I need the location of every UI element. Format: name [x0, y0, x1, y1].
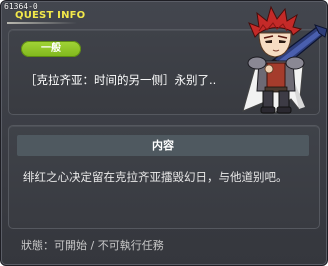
quest-category-badge: 一般: [21, 41, 81, 57]
quest-status: 狀態：可開始 / 不可執行任務: [21, 239, 164, 252]
title-underline: [7, 22, 77, 24]
quest-content-panel: 内容 绯红之心决定留在克拉齐亚擂毁幻日，与他道别吧。: [8, 125, 320, 229]
content-header: 内容: [17, 135, 309, 156]
npc-warrior-portrait-icon: [242, 5, 327, 114]
window-title: QUEST INFO: [15, 10, 86, 21]
quest-info-window: 61364-0 QUEST INFO 一般 ［克拉齐亚：时间的另一侧］永别了..…: [0, 0, 328, 266]
content-description: 绯红之心决定留在克拉齐亚擂毁幻日，与他道别吧。: [23, 170, 288, 184]
quest-name: ［克拉齐亚：时间的另一侧］永别了..: [25, 73, 217, 87]
